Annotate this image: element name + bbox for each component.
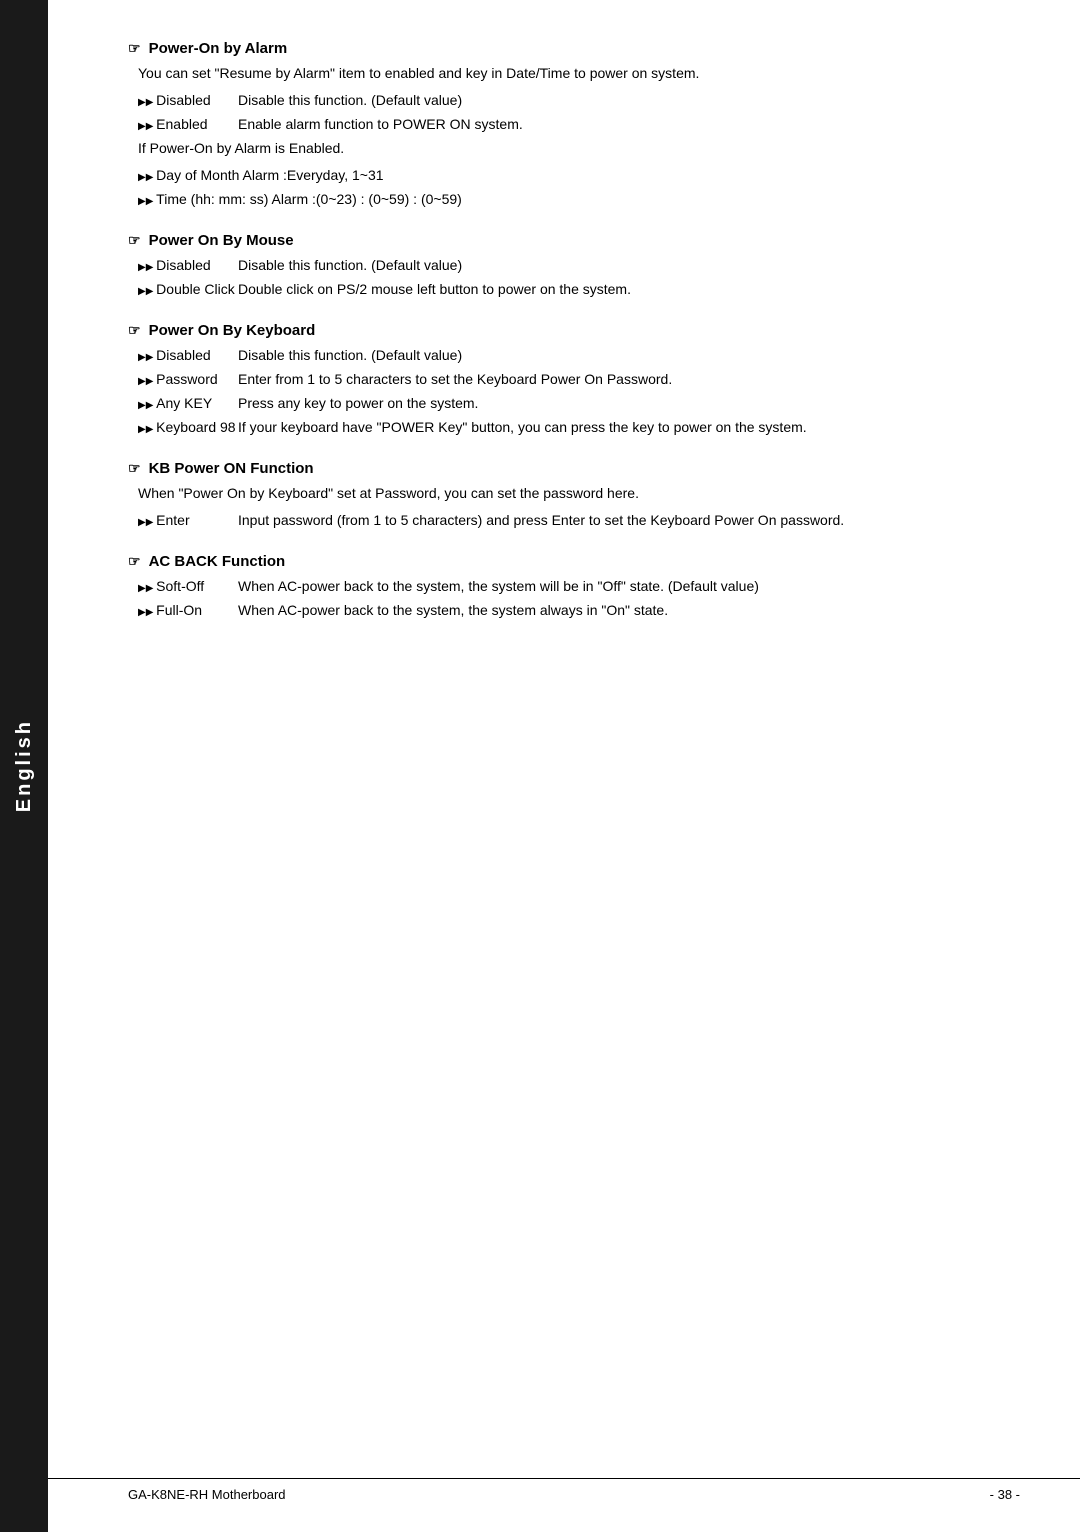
bullet-term-softoff-ac: Soft-Off bbox=[138, 576, 238, 597]
bullet-disabled-alarm: Disabled Disable this function. (Default… bbox=[138, 90, 1020, 111]
section-body-power-on-alarm: You can set "Resume by Alarm" item to en… bbox=[128, 63, 1020, 210]
section-body-power-on-mouse: Disabled Disable this function. (Default… bbox=[128, 255, 1020, 300]
section-body-ac-back: Soft-Off When AC-power back to the syste… bbox=[128, 576, 1020, 621]
section-desc-power-on-alarm: You can set "Resume by Alarm" item to en… bbox=[138, 63, 1020, 84]
bullet-enabled-alarm: Enabled Enable alarm function to POWER O… bbox=[138, 114, 1020, 135]
bullet-detail-disabled-keyboard: Disable this function. (Default value) bbox=[238, 345, 1020, 366]
bullet-detail-disabled-alarm: Disable this function. (Default value) bbox=[238, 90, 1020, 111]
bullet-disabled-mouse: Disabled Disable this function. (Default… bbox=[138, 255, 1020, 276]
bullet-term-time-alarm: Time (hh: mm: ss) Alarm : bbox=[138, 189, 316, 210]
section-heading-power-on-mouse: Power On By Mouse bbox=[149, 232, 294, 249]
bullet-term-password-keyboard: Password bbox=[138, 369, 238, 390]
section-icon-kb-power-on: ☞ bbox=[128, 460, 141, 477]
bullet-anykey-keyboard: Any KEY Press any key to power on the sy… bbox=[138, 393, 1020, 414]
bullet-detail-time-alarm: (0~23) : (0~59) : (0~59) bbox=[316, 189, 1020, 210]
section-power-on-alarm: ☞ Power-On by Alarm You can set "Resume … bbox=[128, 40, 1020, 210]
section-heading-power-on-keyboard: Power On By Keyboard bbox=[149, 322, 316, 339]
alarm-if-enabled-text: If Power-On by Alarm is Enabled. bbox=[138, 138, 1020, 159]
section-power-on-mouse: ☞ Power On By Mouse Disabled Disable thi… bbox=[128, 232, 1020, 300]
section-icon-power-on-alarm: ☞ bbox=[128, 40, 141, 57]
section-power-on-keyboard: ☞ Power On By Keyboard Disabled Disable … bbox=[128, 322, 1020, 438]
bullet-detail-anykey-keyboard: Press any key to power on the system. bbox=[238, 393, 1020, 414]
bullet-term-disabled-keyboard: Disabled bbox=[138, 345, 238, 366]
section-heading-kb-power-on: KB Power ON Function bbox=[149, 460, 314, 477]
bullet-detail-day-month: Everyday, 1~31 bbox=[287, 165, 1020, 186]
bullet-softoff-ac: Soft-Off When AC-power back to the syste… bbox=[138, 576, 1020, 597]
bullet-double-click-mouse: Double Click Double click on PS/2 mouse … bbox=[138, 279, 1020, 300]
bullet-term-day-month: Day of Month Alarm : bbox=[138, 165, 287, 186]
bullet-term-double-click: Double Click bbox=[138, 279, 238, 300]
bullet-disabled-keyboard: Disabled Disable this function. (Default… bbox=[138, 345, 1020, 366]
bullet-term-kb98-keyboard: Keyboard 98 bbox=[138, 417, 238, 438]
bullet-detail-fullon-ac: When AC-power back to the system, the sy… bbox=[238, 600, 1020, 621]
bullet-password-keyboard: Password Enter from 1 to 5 characters to… bbox=[138, 369, 1020, 390]
section-heading-power-on-alarm: Power-On by Alarm bbox=[149, 40, 288, 57]
bullet-detail-softoff-ac: When AC-power back to the system, the sy… bbox=[238, 576, 1020, 597]
footer-right: - 38 - bbox=[990, 1487, 1020, 1502]
section-title-ac-back: ☞ AC BACK Function bbox=[128, 553, 1020, 570]
bullet-enter-kb: Enter Input password (from 1 to 5 charac… bbox=[138, 510, 1020, 531]
bullet-detail-enter-kb: Input password (from 1 to 5 characters) … bbox=[238, 510, 1020, 531]
section-title-power-on-alarm: ☞ Power-On by Alarm bbox=[128, 40, 1020, 57]
bullet-term-fullon-ac: Full-On bbox=[138, 600, 238, 621]
bullet-detail-disabled-mouse: Disable this function. (Default value) bbox=[238, 255, 1020, 276]
bullet-term-anykey-keyboard: Any KEY bbox=[138, 393, 238, 414]
footer: GA-K8NE-RH Motherboard - 38 - bbox=[48, 1478, 1080, 1502]
bullet-detail-double-click: Double click on PS/2 mouse left button t… bbox=[238, 279, 1020, 300]
bullet-detail-password-keyboard: Enter from 1 to 5 characters to set the … bbox=[238, 369, 1020, 390]
section-ac-back: ☞ AC BACK Function Soft-Off When AC-powe… bbox=[128, 553, 1020, 621]
section-title-kb-power-on: ☞ KB Power ON Function bbox=[128, 460, 1020, 477]
section-icon-power-on-mouse: ☞ bbox=[128, 232, 141, 249]
bullet-term-disabled-mouse: Disabled bbox=[138, 255, 238, 276]
section-title-power-on-keyboard: ☞ Power On By Keyboard bbox=[128, 322, 1020, 339]
bullet-day-of-month: Day of Month Alarm : Everyday, 1~31 bbox=[138, 165, 1020, 186]
bullet-fullon-ac: Full-On When AC-power back to the system… bbox=[138, 600, 1020, 621]
bullet-detail-kb98-keyboard: If your keyboard have "POWER Key" button… bbox=[238, 417, 1020, 438]
section-icon-ac-back: ☞ bbox=[128, 553, 141, 570]
bullet-term-disabled-alarm: Disabled bbox=[138, 90, 238, 111]
bullet-detail-enabled-alarm: Enable alarm function to POWER ON system… bbox=[238, 114, 1020, 135]
main-content: ☞ Power-On by Alarm You can set "Resume … bbox=[48, 0, 1080, 1532]
section-kb-power-on: ☞ KB Power ON Function When "Power On by… bbox=[128, 460, 1020, 531]
section-desc-kb-power-on: When "Power On by Keyboard" set at Passw… bbox=[138, 483, 1020, 504]
bullet-time-alarm: Time (hh: mm: ss) Alarm : (0~23) : (0~59… bbox=[138, 189, 1020, 210]
sidebar: English bbox=[0, 0, 48, 1532]
section-body-kb-power-on: When "Power On by Keyboard" set at Passw… bbox=[128, 483, 1020, 531]
footer-left: GA-K8NE-RH Motherboard bbox=[128, 1487, 286, 1502]
sidebar-label: English bbox=[13, 719, 36, 812]
section-title-power-on-mouse: ☞ Power On By Mouse bbox=[128, 232, 1020, 249]
section-heading-ac-back: AC BACK Function bbox=[149, 553, 286, 570]
bullet-term-enabled-alarm: Enabled bbox=[138, 114, 238, 135]
bullet-kb98-keyboard: Keyboard 98 If your keyboard have "POWER… bbox=[138, 417, 1020, 438]
bullet-term-enter-kb: Enter bbox=[138, 510, 238, 531]
section-icon-power-on-keyboard: ☞ bbox=[128, 322, 141, 339]
section-body-power-on-keyboard: Disabled Disable this function. (Default… bbox=[128, 345, 1020, 438]
